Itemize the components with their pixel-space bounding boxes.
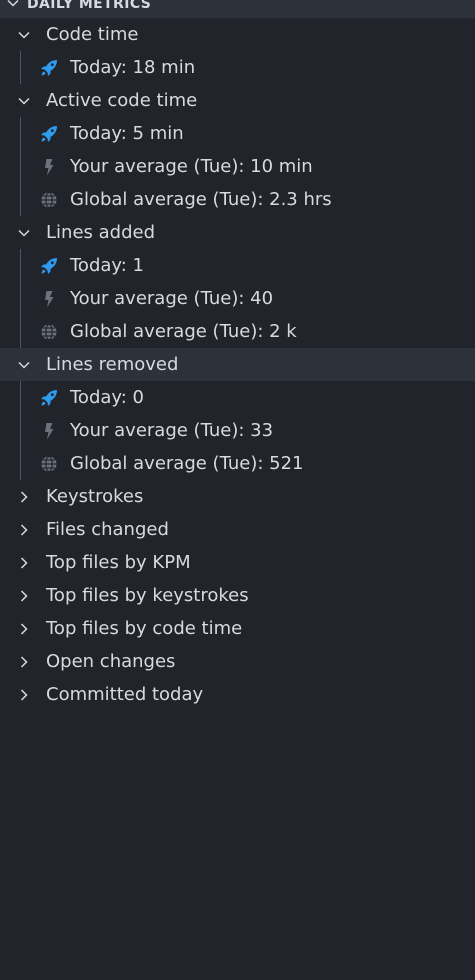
tree-item[interactable]: Your average (Tue): 40 bbox=[0, 282, 475, 315]
tree-item[interactable]: Global average (Tue): 2.3 hrs bbox=[0, 183, 475, 216]
chevron-down-icon bbox=[17, 28, 31, 42]
tree-group-label: Files changed bbox=[46, 519, 169, 540]
tree-item[interactable]: Global average (Tue): 2 k bbox=[0, 315, 475, 348]
metrics-tree: Code time Today: 18 min Active code time To… bbox=[0, 18, 475, 711]
tree-item-label: Your average (Tue): 40 bbox=[70, 288, 274, 309]
lightning-icon bbox=[39, 421, 59, 441]
chevron-down-icon bbox=[17, 94, 31, 108]
tree-group-label: Lines added bbox=[46, 222, 155, 243]
chevron-down-icon bbox=[17, 358, 31, 372]
tree-group-label: Top files by code time bbox=[46, 618, 243, 639]
globe-icon bbox=[39, 190, 59, 210]
tree-item-label: Today: 0 bbox=[70, 387, 144, 408]
tree-group-code-time[interactable]: Code time bbox=[0, 18, 475, 51]
rocket-icon bbox=[39, 388, 59, 408]
tree-group-children: Today: 0 Your average (Tue): 33 Global ave… bbox=[0, 381, 475, 480]
tree-group-committed-today[interactable]: Committed today bbox=[0, 678, 475, 711]
tree-group-active-code-time[interactable]: Active code time bbox=[0, 84, 475, 117]
tree-item-label: Your average (Tue): 10 min bbox=[70, 156, 313, 177]
section-title: DAILY METRICS bbox=[27, 0, 152, 12]
tree-item-label: Global average (Tue): 2.3 hrs bbox=[70, 189, 332, 210]
chevron-right-icon bbox=[17, 523, 31, 537]
tree-item[interactable]: Today: 0 bbox=[0, 381, 475, 414]
tree-group-children: Today: 1 Your average (Tue): 40 Global ave… bbox=[0, 249, 475, 348]
tree-item-label: Your average (Tue): 33 bbox=[70, 420, 274, 441]
chevron-right-icon bbox=[17, 688, 31, 702]
tree-group-label: Lines removed bbox=[46, 354, 179, 375]
tree-group-label: Committed today bbox=[46, 684, 204, 705]
tree-item-label: Global average (Tue): 2 k bbox=[70, 321, 297, 342]
tree-group-top-files-by-code-time[interactable]: Top files by code time bbox=[0, 612, 475, 645]
tree-group-lines-removed[interactable]: Lines removed bbox=[0, 348, 475, 381]
tree-group-label: Top files by KPM bbox=[46, 552, 191, 573]
tree-item-label: Today: 18 min bbox=[70, 57, 196, 78]
globe-icon bbox=[39, 454, 59, 474]
tree-group-label: Open changes bbox=[46, 651, 176, 672]
tree-group-children: Today: 18 min bbox=[0, 51, 475, 84]
tree-group-keystrokes[interactable]: Keystrokes bbox=[0, 480, 475, 513]
lightning-icon bbox=[39, 157, 59, 177]
chevron-right-icon bbox=[17, 589, 31, 603]
tree-group-children: Today: 5 min Your average (Tue): 10 min Gl… bbox=[0, 117, 475, 216]
tree-group-label: Active code time bbox=[46, 90, 198, 111]
section-header[interactable]: DAILY METRICS bbox=[0, 0, 475, 18]
tree-item[interactable]: Global average (Tue): 521 bbox=[0, 447, 475, 480]
tree-group-label: Code time bbox=[46, 24, 139, 45]
rocket-icon bbox=[39, 58, 59, 78]
tree-group-lines-added[interactable]: Lines added bbox=[0, 216, 475, 249]
rocket-icon bbox=[39, 256, 59, 276]
chevron-right-icon bbox=[17, 556, 31, 570]
tree-item[interactable]: Your average (Tue): 10 min bbox=[0, 150, 475, 183]
tree-group-top-files-by-keystrokes[interactable]: Top files by keystrokes bbox=[0, 579, 475, 612]
tree-item-label: Today: 1 bbox=[70, 255, 144, 276]
tree-group-top-files-by-kpm[interactable]: Top files by KPM bbox=[0, 546, 475, 579]
chevron-right-icon bbox=[17, 655, 31, 669]
chevron-down-icon bbox=[6, 0, 20, 10]
tree-item[interactable]: Today: 1 bbox=[0, 249, 475, 282]
rocket-icon bbox=[39, 124, 59, 144]
tree-item[interactable]: Today: 5 min bbox=[0, 117, 475, 150]
tree-group-label: Keystrokes bbox=[46, 486, 144, 507]
chevron-right-icon bbox=[17, 490, 31, 504]
tree-item[interactable]: Today: 18 min bbox=[0, 51, 475, 84]
daily-metrics-panel: DAILY METRICS Code time Today: 18 min Acti… bbox=[0, 0, 475, 980]
tree-item-label: Today: 5 min bbox=[70, 123, 184, 144]
lightning-icon bbox=[39, 289, 59, 309]
tree-group-label: Top files by keystrokes bbox=[46, 585, 249, 606]
tree-group-files-changed[interactable]: Files changed bbox=[0, 513, 475, 546]
tree-item-label: Global average (Tue): 521 bbox=[70, 453, 304, 474]
chevron-right-icon bbox=[17, 622, 31, 636]
globe-icon bbox=[39, 322, 59, 342]
tree-group-open-changes[interactable]: Open changes bbox=[0, 645, 475, 678]
chevron-down-icon bbox=[17, 226, 31, 240]
tree-item[interactable]: Your average (Tue): 33 bbox=[0, 414, 475, 447]
